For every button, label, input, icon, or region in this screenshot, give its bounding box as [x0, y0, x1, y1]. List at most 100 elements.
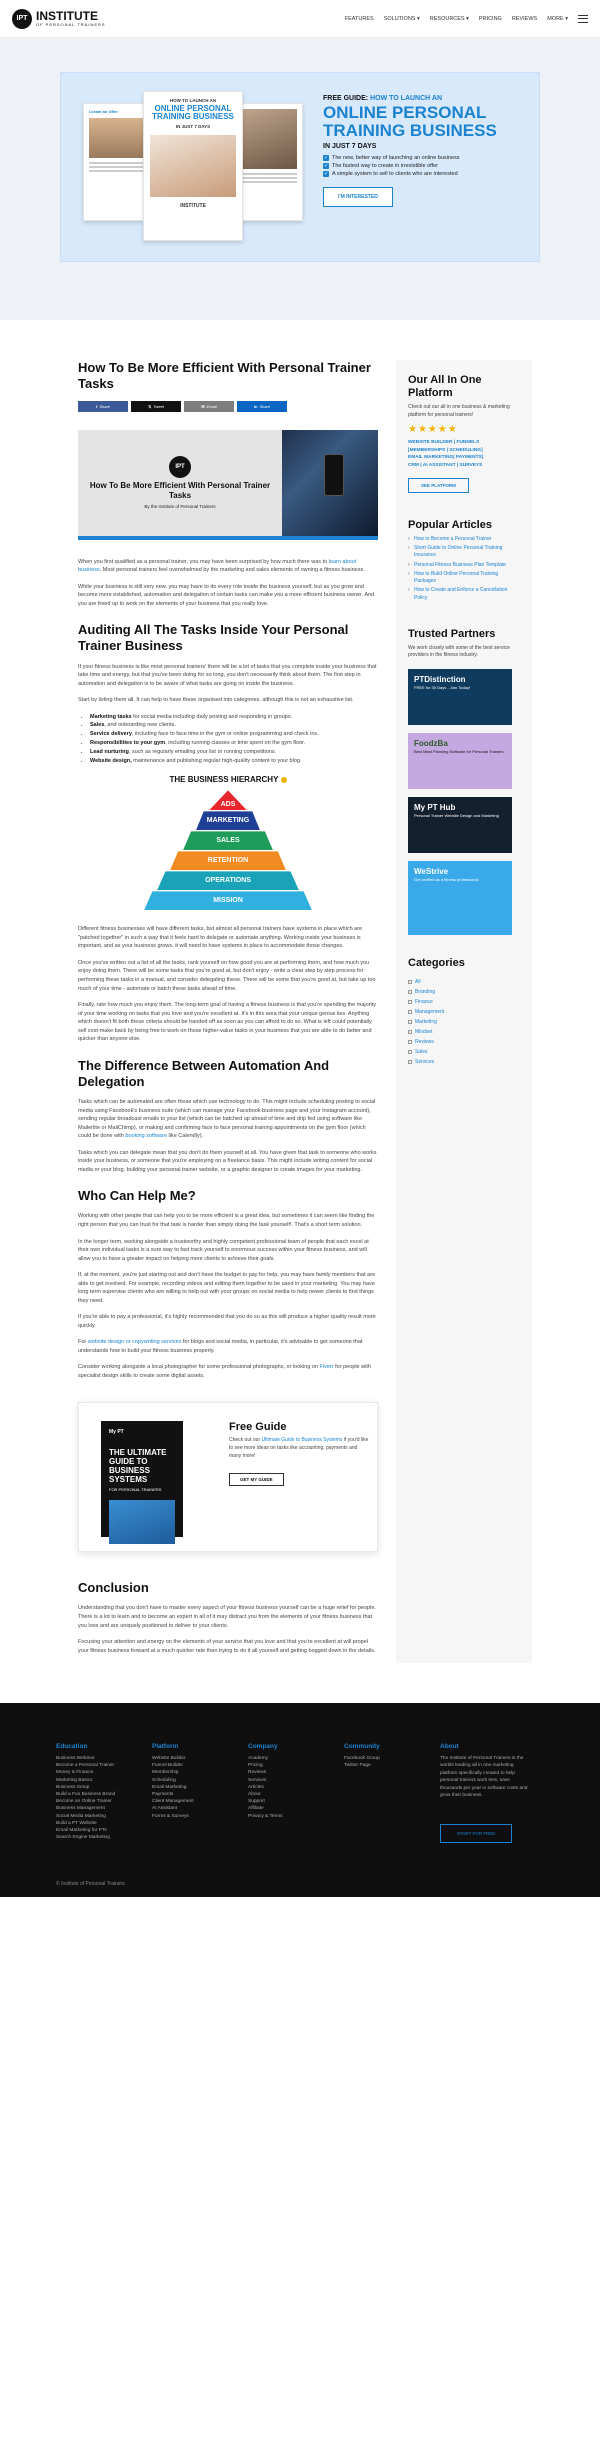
site-logo[interactable]: IPT INSTITUTE OF PERSONAL TRAINERS [12, 8, 106, 29]
footer-link[interactable]: Build a PT Website [56, 1820, 134, 1827]
fiverr-link[interactable]: Fiverr [320, 1364, 334, 1370]
platform-feature-link[interactable]: CRM | AI ASSISTANT | SURVEYS [408, 462, 520, 470]
free-guide-text: Free Guide Check out our Ultimate Guide … [229, 1421, 369, 1487]
footer-link[interactable]: Business Setup [56, 1784, 134, 1791]
footer-link[interactable]: Pricing [248, 1762, 326, 1769]
category-label: Mindset [415, 1028, 433, 1035]
category-label: Reviews [415, 1038, 434, 1045]
website-design-link[interactable]: website design or copywriting services [88, 1339, 182, 1345]
facebook-share-button[interactable]: f Share [78, 400, 128, 412]
footer-link[interactable]: Email Marketing [152, 1784, 230, 1791]
footer-link[interactable]: Reviews [248, 1769, 326, 1776]
category-item[interactable]: Marketing [408, 1019, 520, 1025]
category-checkbox[interactable] [408, 989, 412, 994]
platform-title: Our All In One Platform [408, 374, 482, 400]
feature-byline: By the Institute of Personal Trainers [144, 503, 216, 509]
start-for-free-button[interactable]: START FOR FREE [440, 1823, 513, 1843]
partner-ad-mypthub[interactable]: My PT Hub Personal Trainer Website Desig… [408, 797, 512, 854]
section-heading-conclusion: Conclusion [78, 1580, 149, 1596]
hero-bullet-text: The fastest way to create in irresistibl… [332, 162, 438, 169]
interested-button[interactable]: I'M INTERESTED [323, 186, 393, 207]
footer-link[interactable]: Services [248, 1777, 326, 1784]
category-item[interactable]: Mindset [408, 1029, 520, 1035]
list-item-bold: Marketing tasks [90, 713, 132, 720]
footer-col-company: Company Academy Pricing Reviews Services… [248, 1743, 326, 1843]
footer-link[interactable]: Membership [152, 1769, 230, 1776]
footer-link[interactable]: Social Media Marketing [56, 1813, 134, 1820]
footer-link[interactable]: Privacy & Terms [248, 1813, 326, 1820]
footer-link[interactable]: Payments [152, 1791, 230, 1798]
guide-cover-sub: IN JUST 7 DAYS [175, 123, 211, 129]
footer-link[interactable]: Website Builder [152, 1755, 230, 1762]
footer-link[interactable]: Business Management [56, 1805, 134, 1812]
platform-feature-link[interactable]: [MEMBERSHIPS | SCHEDULING] [408, 447, 520, 455]
partner-ad-westrive[interactable]: WeStrive Get verified as a fitness profe… [408, 861, 512, 936]
category-item[interactable]: Services [408, 1059, 520, 1065]
footer-col-title: About [440, 1743, 459, 1751]
x-tweet-button[interactable]: 𝕏 Tweet [131, 400, 181, 412]
category-item[interactable]: Reviews [408, 1039, 520, 1045]
footer-link[interactable]: Affiliate [248, 1805, 326, 1812]
partner-ad-foodzba[interactable]: FoodzBa Best Meal Planning Software for … [408, 733, 512, 790]
category-item[interactable]: Sales [408, 1049, 520, 1055]
guide-book-brand: My PT [109, 1429, 124, 1436]
footer-link[interactable]: Become an Online Trainer [56, 1798, 134, 1805]
partner-ad-ptdistinction[interactable]: PTDistinction FREE for 30 Days - Join To… [408, 669, 512, 726]
footer-link[interactable]: Academy [248, 1755, 326, 1762]
footer-link[interactable]: Funnel Builder [152, 1762, 230, 1769]
footer-link[interactable]: Facebook Group [344, 1755, 422, 1762]
popular-article-link[interactable]: How to Build Online Personal Training Pa… [408, 571, 520, 586]
footer-link[interactable]: About [248, 1791, 326, 1798]
guide-cover: HOW TO LAUNCH AN ONLINE PERSONAL TRAININ… [143, 91, 243, 241]
footer-link[interactable]: Forms & Surveys [152, 1813, 230, 1820]
category-checkbox[interactable] [408, 999, 412, 1004]
nav-solutions[interactable]: SOLUTIONS ▾ [384, 16, 420, 22]
popular-article-link[interactable]: How to Become a Personal Trainer [408, 536, 520, 544]
category-checkbox[interactable] [408, 1049, 412, 1054]
footer-link[interactable]: Scheduling [152, 1777, 230, 1784]
email-share-button[interactable]: ✉ Email [184, 400, 234, 412]
footer-link[interactable]: Email Marketing for PTs [56, 1827, 134, 1834]
category-checkbox[interactable] [408, 1039, 412, 1044]
category-checkbox[interactable] [408, 1059, 412, 1064]
category-checkbox[interactable] [408, 1009, 412, 1014]
booking-software-link[interactable]: booking software [125, 1133, 167, 1139]
footer-link[interactable]: Client Management [152, 1798, 230, 1805]
nav-resources[interactable]: RESOURCES ▾ [430, 16, 469, 22]
category-checkbox[interactable] [408, 979, 412, 984]
footer-link[interactable]: Marketing Basics [56, 1777, 134, 1784]
footer-link[interactable]: Business Webinar [56, 1755, 134, 1762]
footer-link[interactable]: Search Engine Marketing [56, 1834, 134, 1841]
nav-features[interactable]: FEATURES [345, 16, 374, 22]
category-item[interactable]: Branding [408, 989, 520, 995]
footer-col-education: Education Business Webinar Become a Pers… [56, 1743, 134, 1843]
footer-link[interactable]: Build a Fun Business Brand [56, 1791, 134, 1798]
footer-link[interactable]: Support [248, 1798, 326, 1805]
category-checkbox[interactable] [408, 1029, 412, 1034]
footer-link[interactable]: Money & Finance [56, 1769, 134, 1776]
footer-link[interactable]: Become a Personal Trainer [56, 1762, 134, 1769]
get-my-guide-button[interactable]: GET MY GUIDE [229, 1473, 284, 1487]
linkedin-share-button[interactable]: in Share [237, 400, 287, 412]
see-platform-button[interactable]: SEE PLATFORM [408, 477, 469, 493]
nav-more[interactable]: MORE ▾ [547, 16, 568, 22]
footer-link[interactable]: AI Assistant [152, 1805, 230, 1812]
platform-feature-link[interactable]: WEBSITE BUILDER | FUNNELS [408, 439, 520, 447]
guide-cover-brand: INSTITUTE [180, 202, 206, 209]
hamburger-menu-icon[interactable] [578, 14, 588, 23]
category-item[interactable]: All [408, 979, 520, 985]
feature-overlay: IPT How To Be More Efficient With Person… [78, 429, 282, 536]
nav-pricing[interactable]: PRICING [479, 16, 502, 22]
paragraph: In the longer term, working alongside a … [78, 1238, 369, 1262]
platform-feature-link[interactable]: EMAIL MARKETING| PAYMENTS] [408, 454, 520, 462]
nav-reviews[interactable]: REVIEWS [512, 16, 537, 22]
ultimate-guide-link[interactable]: Ultimate Guide to Business Systems [262, 1437, 343, 1443]
popular-article-link[interactable]: Short Guide to Online Personal Training … [408, 545, 520, 560]
footer-link[interactable]: Twitter Page [344, 1762, 422, 1769]
popular-article-link[interactable]: How to Create and Enforce a Cancellation… [408, 587, 520, 602]
category-item[interactable]: Finance [408, 999, 520, 1005]
category-checkbox[interactable] [408, 1019, 412, 1024]
popular-article-link[interactable]: Personal Fitness Business Plan Template [408, 562, 520, 570]
footer-link[interactable]: Articles [248, 1784, 326, 1791]
category-item[interactable]: Management [408, 1009, 520, 1015]
